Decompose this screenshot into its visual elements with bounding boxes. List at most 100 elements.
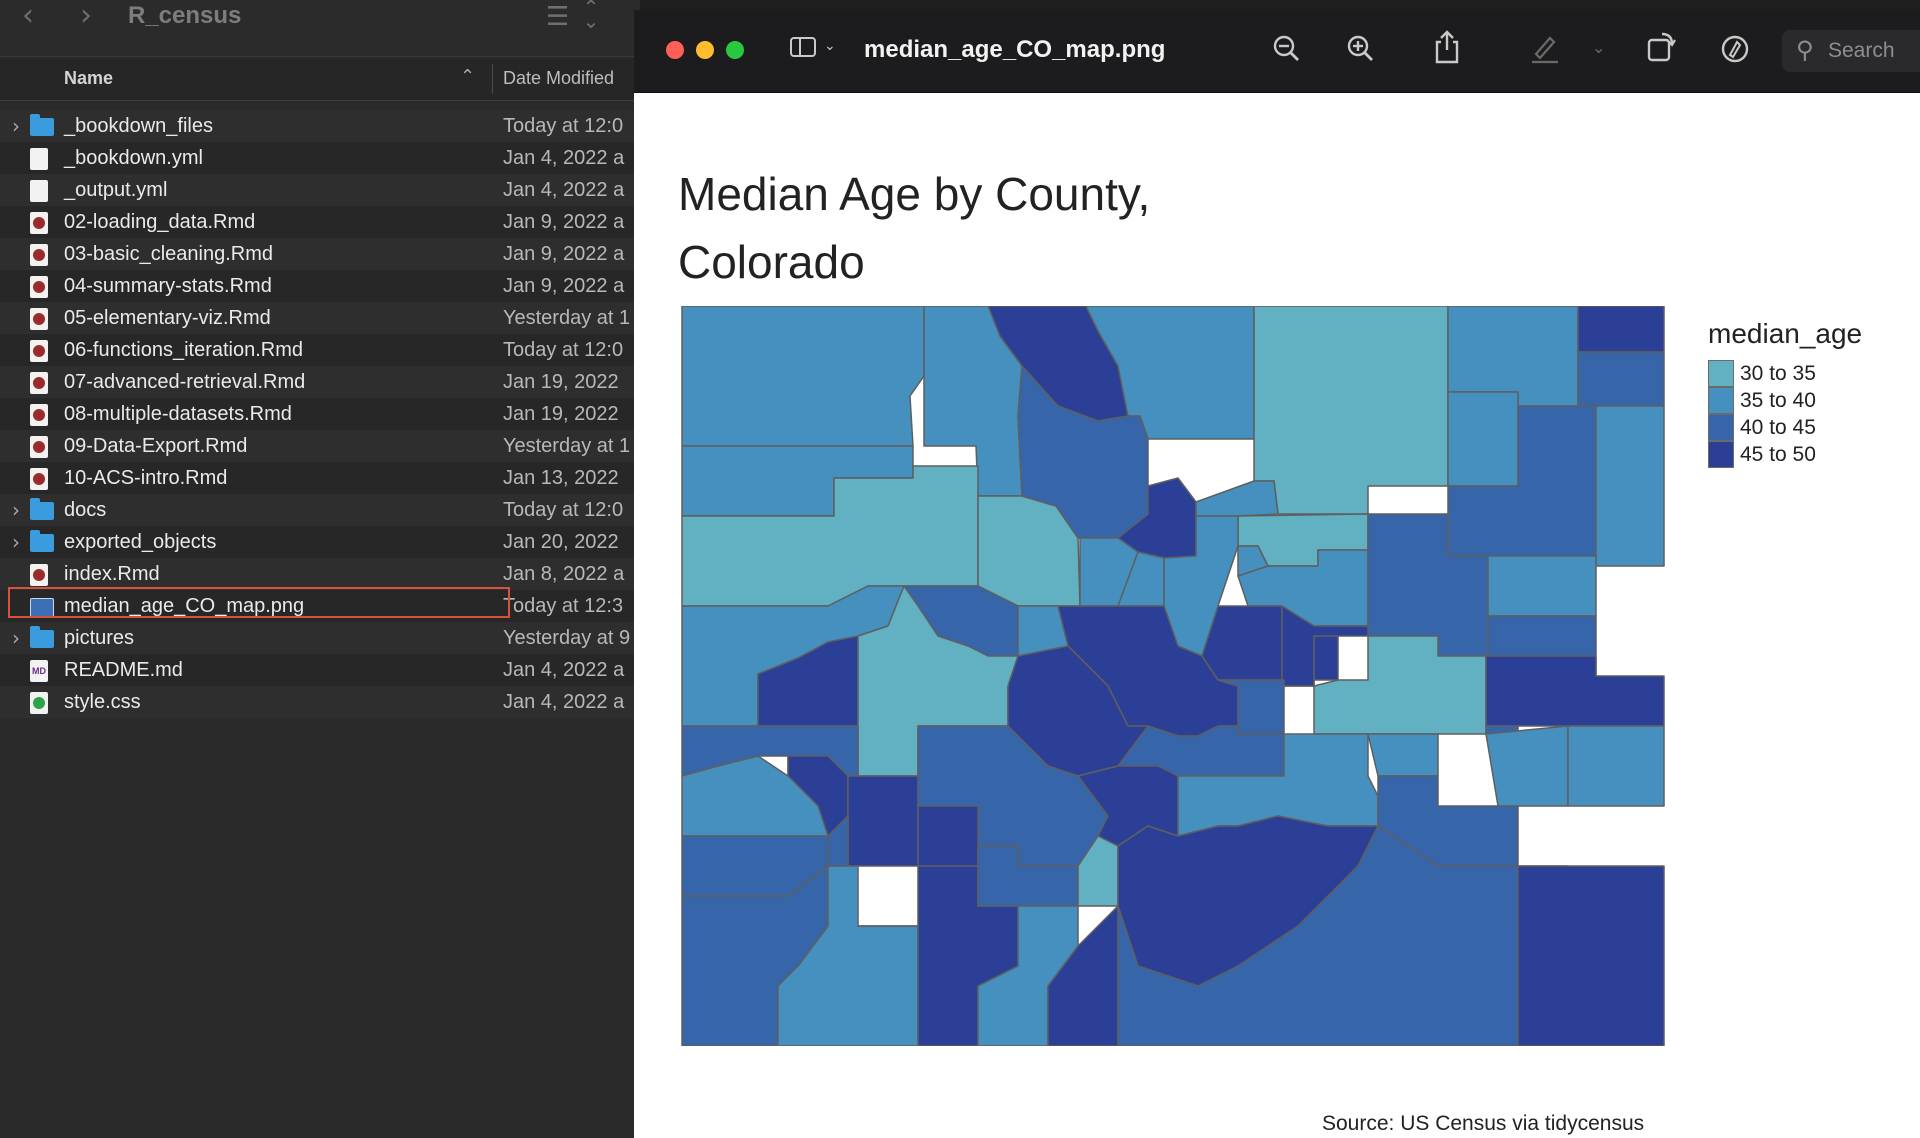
preview-window: ⌄ median_age_CO_map.png ⌄ ⚲ Median Age b…	[634, 10, 1920, 1138]
county-broomfield	[1195, 480, 1279, 517]
column-name-header[interactable]: Name	[64, 68, 113, 89]
file-row[interactable]: › exported_objects Jan 20, 2022	[0, 526, 640, 558]
disclosure-triangle-icon[interactable]: ›	[12, 626, 20, 650]
file-date: Yesterday at 9	[503, 627, 631, 649]
minimize-button[interactable]	[696, 41, 714, 59]
rmd-file-icon	[30, 564, 48, 586]
rotate-icon[interactable]	[1646, 30, 1676, 64]
sidebar-toggle-icon[interactable]	[790, 37, 816, 57]
file-row[interactable]: 05-elementary-viz.Rmd Yesterday at 1	[0, 302, 640, 334]
column-divider[interactable]	[492, 64, 493, 94]
disclosure-triangle-icon[interactable]: ›	[12, 530, 20, 554]
file-row[interactable]: 02-loading_data.Rmd Jan 9, 2022 a	[0, 206, 640, 238]
county-baca	[1517, 865, 1665, 1046]
back-icon[interactable]: ‹	[22, 0, 34, 33]
file-row[interactable]: 07-advanced-retrieval.Rmd Jan 19, 2022	[0, 366, 640, 398]
rmd-file-icon	[30, 244, 48, 266]
file-name: 02-loading_data.Rmd	[64, 211, 256, 233]
file-date: Jan 4, 2022 a	[503, 659, 625, 681]
map-title: Median Age by County, Colorado	[678, 168, 1151, 288]
file-list: › _bookdown_files Today at 12:0 _bookdown.y…	[0, 110, 640, 718]
zoom-in-icon[interactable]	[1346, 34, 1374, 64]
file-name: 04-summary-stats.Rmd	[64, 275, 272, 297]
rmd-file-icon	[30, 212, 48, 234]
file-date: Today at 12:0	[503, 499, 624, 521]
file-date: Today at 12:3	[503, 595, 624, 617]
file-row[interactable]: 10-ACS-intro.Rmd Jan 13, 2022	[0, 462, 640, 494]
file-date: Jan 13, 2022	[503, 467, 619, 489]
colorado-county-map	[681, 306, 1665, 1046]
sort-ascending-icon[interactable]: ⌃	[460, 66, 475, 87]
column-date-header[interactable]: Date Modified	[503, 68, 614, 89]
county-yuma	[1595, 405, 1665, 567]
rmd-file-icon	[30, 468, 48, 490]
legend-item: 35 to 40	[1708, 387, 1862, 414]
folder-icon	[30, 530, 54, 552]
file-name: _output.yml	[64, 179, 168, 201]
legend-label: 40 to 45	[1740, 415, 1816, 439]
column-header: Name ⌃ Date Modified	[0, 58, 640, 101]
selection-highlight	[8, 587, 510, 618]
updown-chevron-icon[interactable]: ⌃ ⌄	[582, 0, 600, 31]
file-date: Jan 19, 2022	[503, 403, 619, 425]
legend-swatch	[1708, 414, 1734, 441]
file-name: docs	[64, 499, 107, 521]
county-sedgwick	[1577, 306, 1665, 353]
document-icon	[30, 180, 48, 202]
legend-item: 45 to 50	[1708, 441, 1862, 468]
file-name: 10-ACS-intro.Rmd	[64, 467, 228, 489]
file-row[interactable]: _output.yml Jan 4, 2022 a	[0, 174, 640, 206]
close-button[interactable]	[666, 41, 684, 59]
file-name: 08-multiple-datasets.Rmd	[64, 403, 292, 425]
source-caption: Source: US Census via tidycensus	[1322, 1112, 1645, 1135]
file-date: Today at 12:0	[503, 115, 624, 137]
share-icon[interactable]	[1434, 30, 1460, 64]
rmd-file-icon	[30, 276, 48, 298]
legend-swatch	[1708, 360, 1734, 387]
file-date: Jan 8, 2022 a	[503, 563, 625, 585]
file-date: Jan 19, 2022	[503, 371, 619, 393]
file-row[interactable]: _bookdown.yml Jan 4, 2022 a	[0, 142, 640, 174]
county-kit-carson	[1487, 555, 1597, 617]
county-mineral	[917, 805, 979, 867]
file-row[interactable]: index.Rmd Jan 8, 2022 a	[0, 558, 640, 590]
markup-chevron-icon[interactable]: ⌄	[1592, 38, 1605, 57]
county-moffat	[681, 306, 925, 447]
zoom-button[interactable]	[726, 41, 744, 59]
search-input[interactable]	[1828, 30, 1918, 72]
chevron-down-icon[interactable]: ⌄	[824, 38, 836, 54]
file-row[interactable]: MD README.md Jan 4, 2022 a	[0, 654, 640, 686]
file-row[interactable]: 06-functions_iteration.Rmd Today at 12:0	[0, 334, 640, 366]
disclosure-triangle-icon[interactable]: ›	[12, 498, 20, 522]
search-box[interactable]: ⚲	[1782, 30, 1920, 72]
document-icon	[30, 148, 48, 170]
legend-item: 40 to 45	[1708, 414, 1862, 441]
legend-title: median_age	[1708, 318, 1863, 349]
rmd-file-icon	[30, 436, 48, 458]
file-row[interactable]: › _bookdown_files Today at 12:0	[0, 110, 640, 142]
file-name: 03-basic_cleaning.Rmd	[64, 243, 274, 265]
file-row[interactable]: 08-multiple-datasets.Rmd Jan 19, 2022	[0, 398, 640, 430]
zoom-out-icon[interactable]	[1272, 34, 1300, 64]
list-view-icon[interactable]: ☰	[546, 2, 569, 32]
forward-icon[interactable]: ›	[80, 0, 92, 33]
disclosure-triangle-icon[interactable]: ›	[12, 114, 20, 138]
file-row[interactable]: 04-summary-stats.Rmd Jan 9, 2022 a	[0, 270, 640, 302]
county-weld	[1253, 306, 1449, 515]
county-bent	[1485, 725, 1569, 807]
file-name: pictures	[64, 627, 135, 649]
rmd-file-icon	[30, 404, 48, 426]
file-name: exported_objects	[64, 531, 217, 553]
file-row[interactable]: 03-basic_cleaning.Rmd Jan 9, 2022 a	[0, 238, 640, 270]
file-name: 07-advanced-retrieval.Rmd	[64, 371, 306, 393]
county-kiowa	[1485, 655, 1665, 727]
county-phillips	[1577, 351, 1665, 407]
file-row[interactable]: › docs Today at 12:0	[0, 494, 640, 526]
markup-toolbar-icon[interactable]	[1720, 34, 1750, 64]
folder-icon	[30, 498, 54, 520]
file-row[interactable]: 09-Data-Export.Rmd Yesterday at 1	[0, 430, 640, 462]
file-row[interactable]: › pictures Yesterday at 9	[0, 622, 640, 654]
file-name: README.md	[64, 659, 183, 681]
markup-pen-icon[interactable]	[1530, 32, 1560, 64]
file-row[interactable]: style.css Jan 4, 2022 a	[0, 686, 640, 718]
